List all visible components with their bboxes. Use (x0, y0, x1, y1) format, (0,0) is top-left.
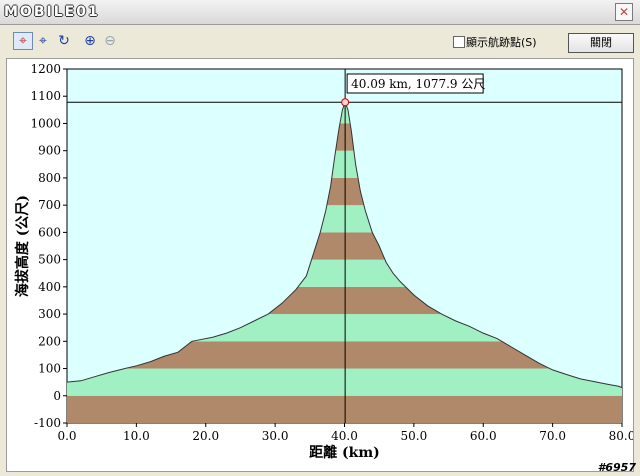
x-tick-label: 70.0 (539, 429, 566, 443)
x-tick-label: 10.0 (123, 429, 150, 443)
cursor-tooltip-text: 40.09 km, 1077.9 公尺 (351, 77, 485, 91)
x-tick-label: 30.0 (262, 429, 289, 443)
y-tick-label: 300 (38, 307, 61, 321)
y-tick-label: 600 (38, 225, 61, 239)
y-tick-label: 0 (53, 389, 61, 403)
y-axis-label: 海拔高度 (公尺) (14, 195, 31, 297)
title-bar: MOBILE01 ✕ (0, 0, 640, 25)
y-tick-label: -100 (34, 416, 61, 430)
x-tick-label: 0.0 (57, 429, 76, 443)
y-tick-label: 1000 (30, 116, 61, 130)
zoom-in-icon[interactable]: ⊕ (80, 32, 100, 50)
zoom-out-icon[interactable]: ⊖ (100, 32, 120, 50)
hand-rotate-icon[interactable]: ↻ (54, 32, 74, 50)
x-tick-label: 50.0 (401, 429, 428, 443)
y-tick-label: 400 (38, 280, 61, 294)
toolbar: ⌖ ⌖ ↻ ⊕ ⊖ 顯示航跡點(S) 關閉 (0, 25, 640, 57)
close-dialog-button[interactable]: 關閉 (568, 33, 634, 53)
x-tick-label: 40.0 (331, 429, 358, 443)
app-logo: MOBILE01 (4, 4, 100, 20)
cursor-point[interactable] (341, 98, 350, 107)
y-tick-label: 700 (38, 198, 61, 212)
crosshair-blue-icon[interactable]: ⌖ (33, 32, 53, 50)
y-tick-label: 800 (38, 171, 61, 185)
show-waypoints-checkbox[interactable] (453, 36, 465, 48)
close-button[interactable]: ✕ (615, 3, 633, 21)
elevation-chart[interactable]: 0.0 10.0 20.0 30.0 40.0 50.0 60.0 70.0 80.0 -100 0… (7, 59, 635, 471)
x-tick-label: 20.0 (192, 429, 219, 443)
crosshair-red-icon[interactable]: ⌖ (13, 32, 33, 50)
y-tick-label: 200 (38, 334, 61, 348)
x-tick-label: 60.0 (470, 429, 497, 443)
y-tick-label: 900 (38, 144, 61, 158)
x-axis-label: 距離 (km) (309, 444, 380, 461)
y-tick-label: 1100 (30, 89, 61, 103)
chart-panel: 0.0 10.0 20.0 30.0 40.0 50.0 60.0 70.0 80.0 -100 0… (6, 58, 635, 472)
elevation-band (67, 368, 622, 396)
watermark: #6957 (597, 461, 636, 474)
y-tick-label: 500 (38, 253, 61, 267)
y-tick-label: 100 (38, 362, 61, 376)
show-waypoints-label[interactable]: 顯示航跡點(S) (466, 34, 537, 50)
y-tick-label: 1200 (30, 62, 61, 76)
elevation-band (67, 395, 622, 423)
x-tick-label: 80.0 (609, 429, 633, 443)
